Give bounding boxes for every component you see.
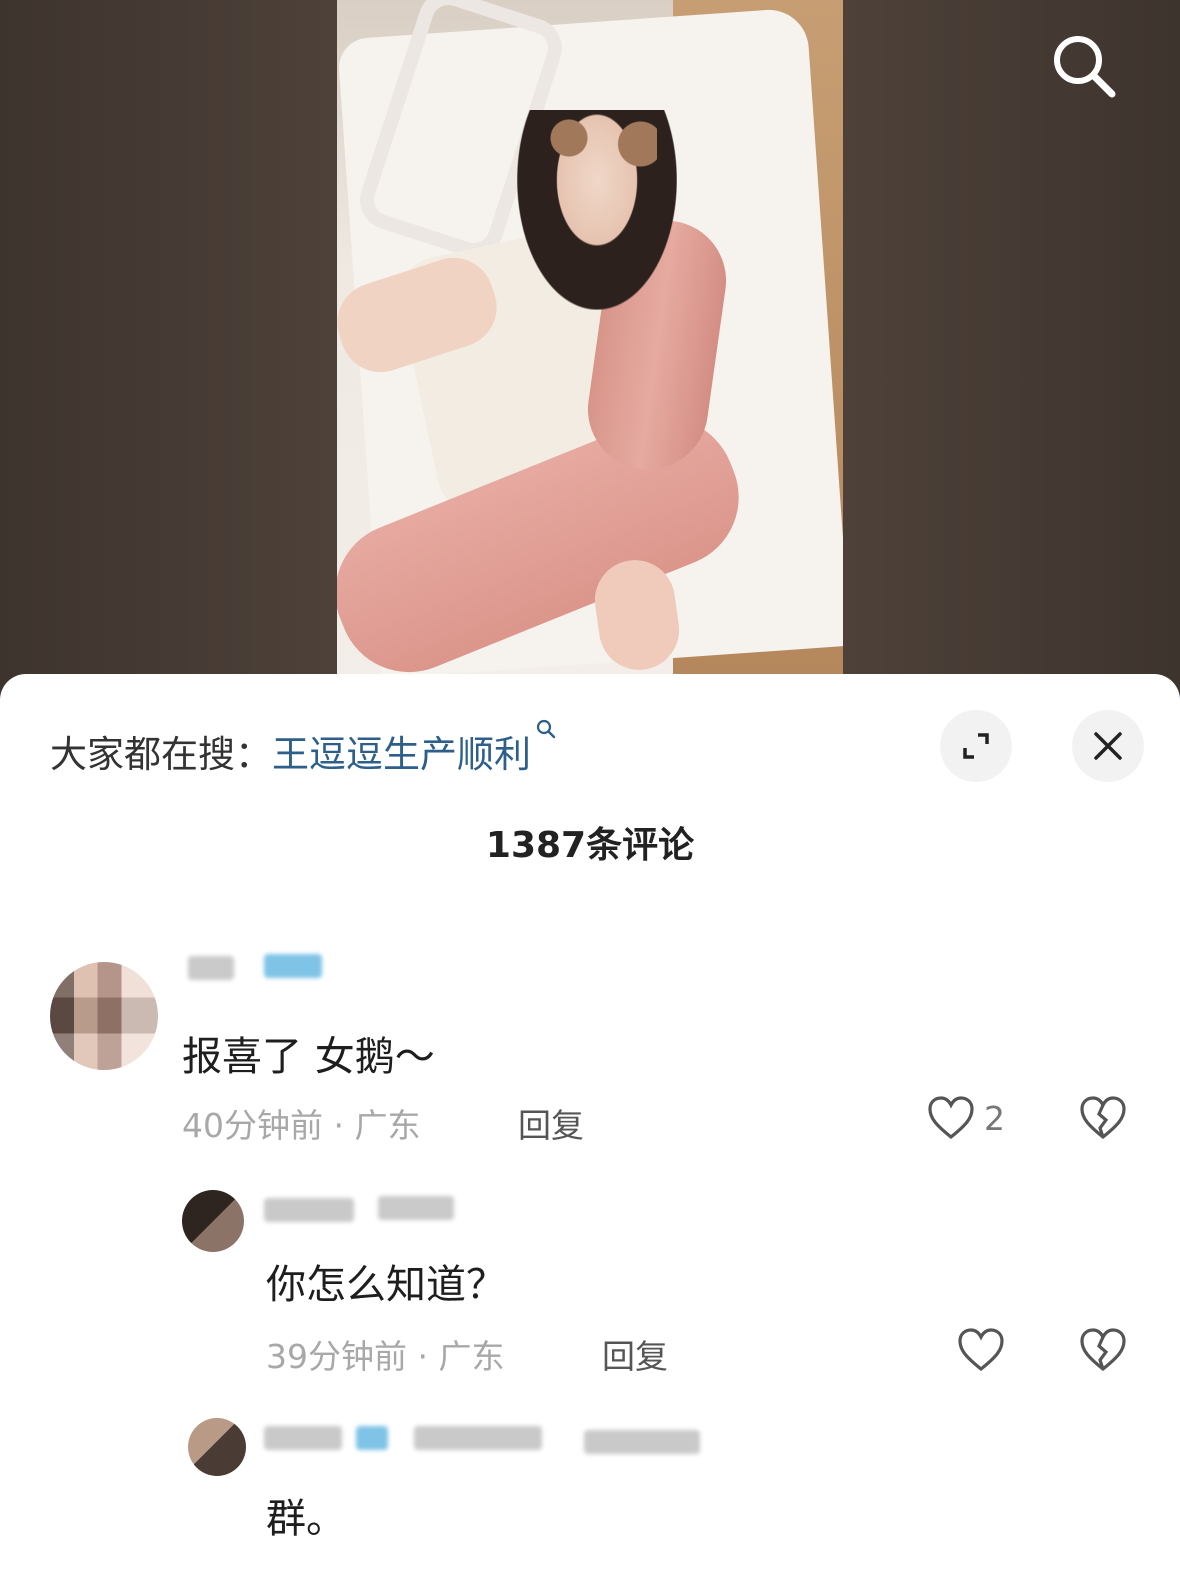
reply-button[interactable]: 回复 (518, 1099, 584, 1147)
username-blurred[interactable] (188, 956, 234, 980)
heart-icon (928, 1096, 974, 1140)
comment-text: 你怎么知道？ (266, 1262, 506, 1308)
video-area[interactable] (0, 0, 1180, 700)
small-search-icon (536, 719, 556, 739)
reply-target-blurred (414, 1426, 542, 1450)
close-button[interactable] (1072, 710, 1144, 782)
reply-button[interactable]: 回复 (602, 1330, 668, 1378)
trending-search-bar: 大家都在搜： 王逗逗生产顺利 (50, 719, 557, 778)
dislike-button[interactable] (1078, 1094, 1128, 1146)
search-icon[interactable] (1048, 30, 1120, 102)
reply-target-blurred (584, 1430, 700, 1454)
reply-target-blurred (378, 1196, 454, 1220)
expand-button[interactable] (940, 710, 1012, 782)
like-button[interactable] (956, 1326, 1006, 1374)
comment-text: 报喜了 女鹅～ (182, 1034, 435, 1080)
trending-search-link[interactable]: 王逗逗生产顺利 (272, 719, 557, 778)
username-blurred[interactable] (264, 1426, 342, 1450)
avatar[interactable] (182, 1190, 244, 1252)
like-button[interactable]: 2 (926, 1094, 1005, 1142)
avatar[interactable] (188, 1418, 246, 1476)
comments-count-title: 1387条评论 (485, 825, 695, 866)
username-blurred[interactable] (264, 1198, 354, 1222)
trending-query[interactable]: 王逗逗生产顺利 (272, 724, 531, 778)
heart-icon (958, 1328, 1004, 1372)
comments-sheet: 大家都在搜： 王逗逗生产顺利 1387条评论 报喜了 女鹅～ 40分钟前 · 广… (0, 674, 1180, 1584)
user-badge (356, 1426, 388, 1450)
dislike-button[interactable] (1078, 1326, 1128, 1378)
comment-meta: 40分钟前 · 广东 (182, 1106, 421, 1145)
user-badge (264, 954, 322, 978)
comment-meta: 39分钟前 · 广东 (266, 1337, 505, 1376)
video-frame (337, 0, 843, 674)
like-count: 2 (984, 1098, 1005, 1138)
expand-icon (963, 733, 989, 759)
broken-heart-icon (1080, 1328, 1126, 1372)
comment-text: 群。 (266, 1496, 346, 1542)
trending-prefix: 大家都在搜： (50, 733, 272, 776)
broken-heart-icon (1080, 1096, 1126, 1140)
avatar[interactable] (50, 962, 158, 1070)
close-icon (1094, 732, 1122, 760)
